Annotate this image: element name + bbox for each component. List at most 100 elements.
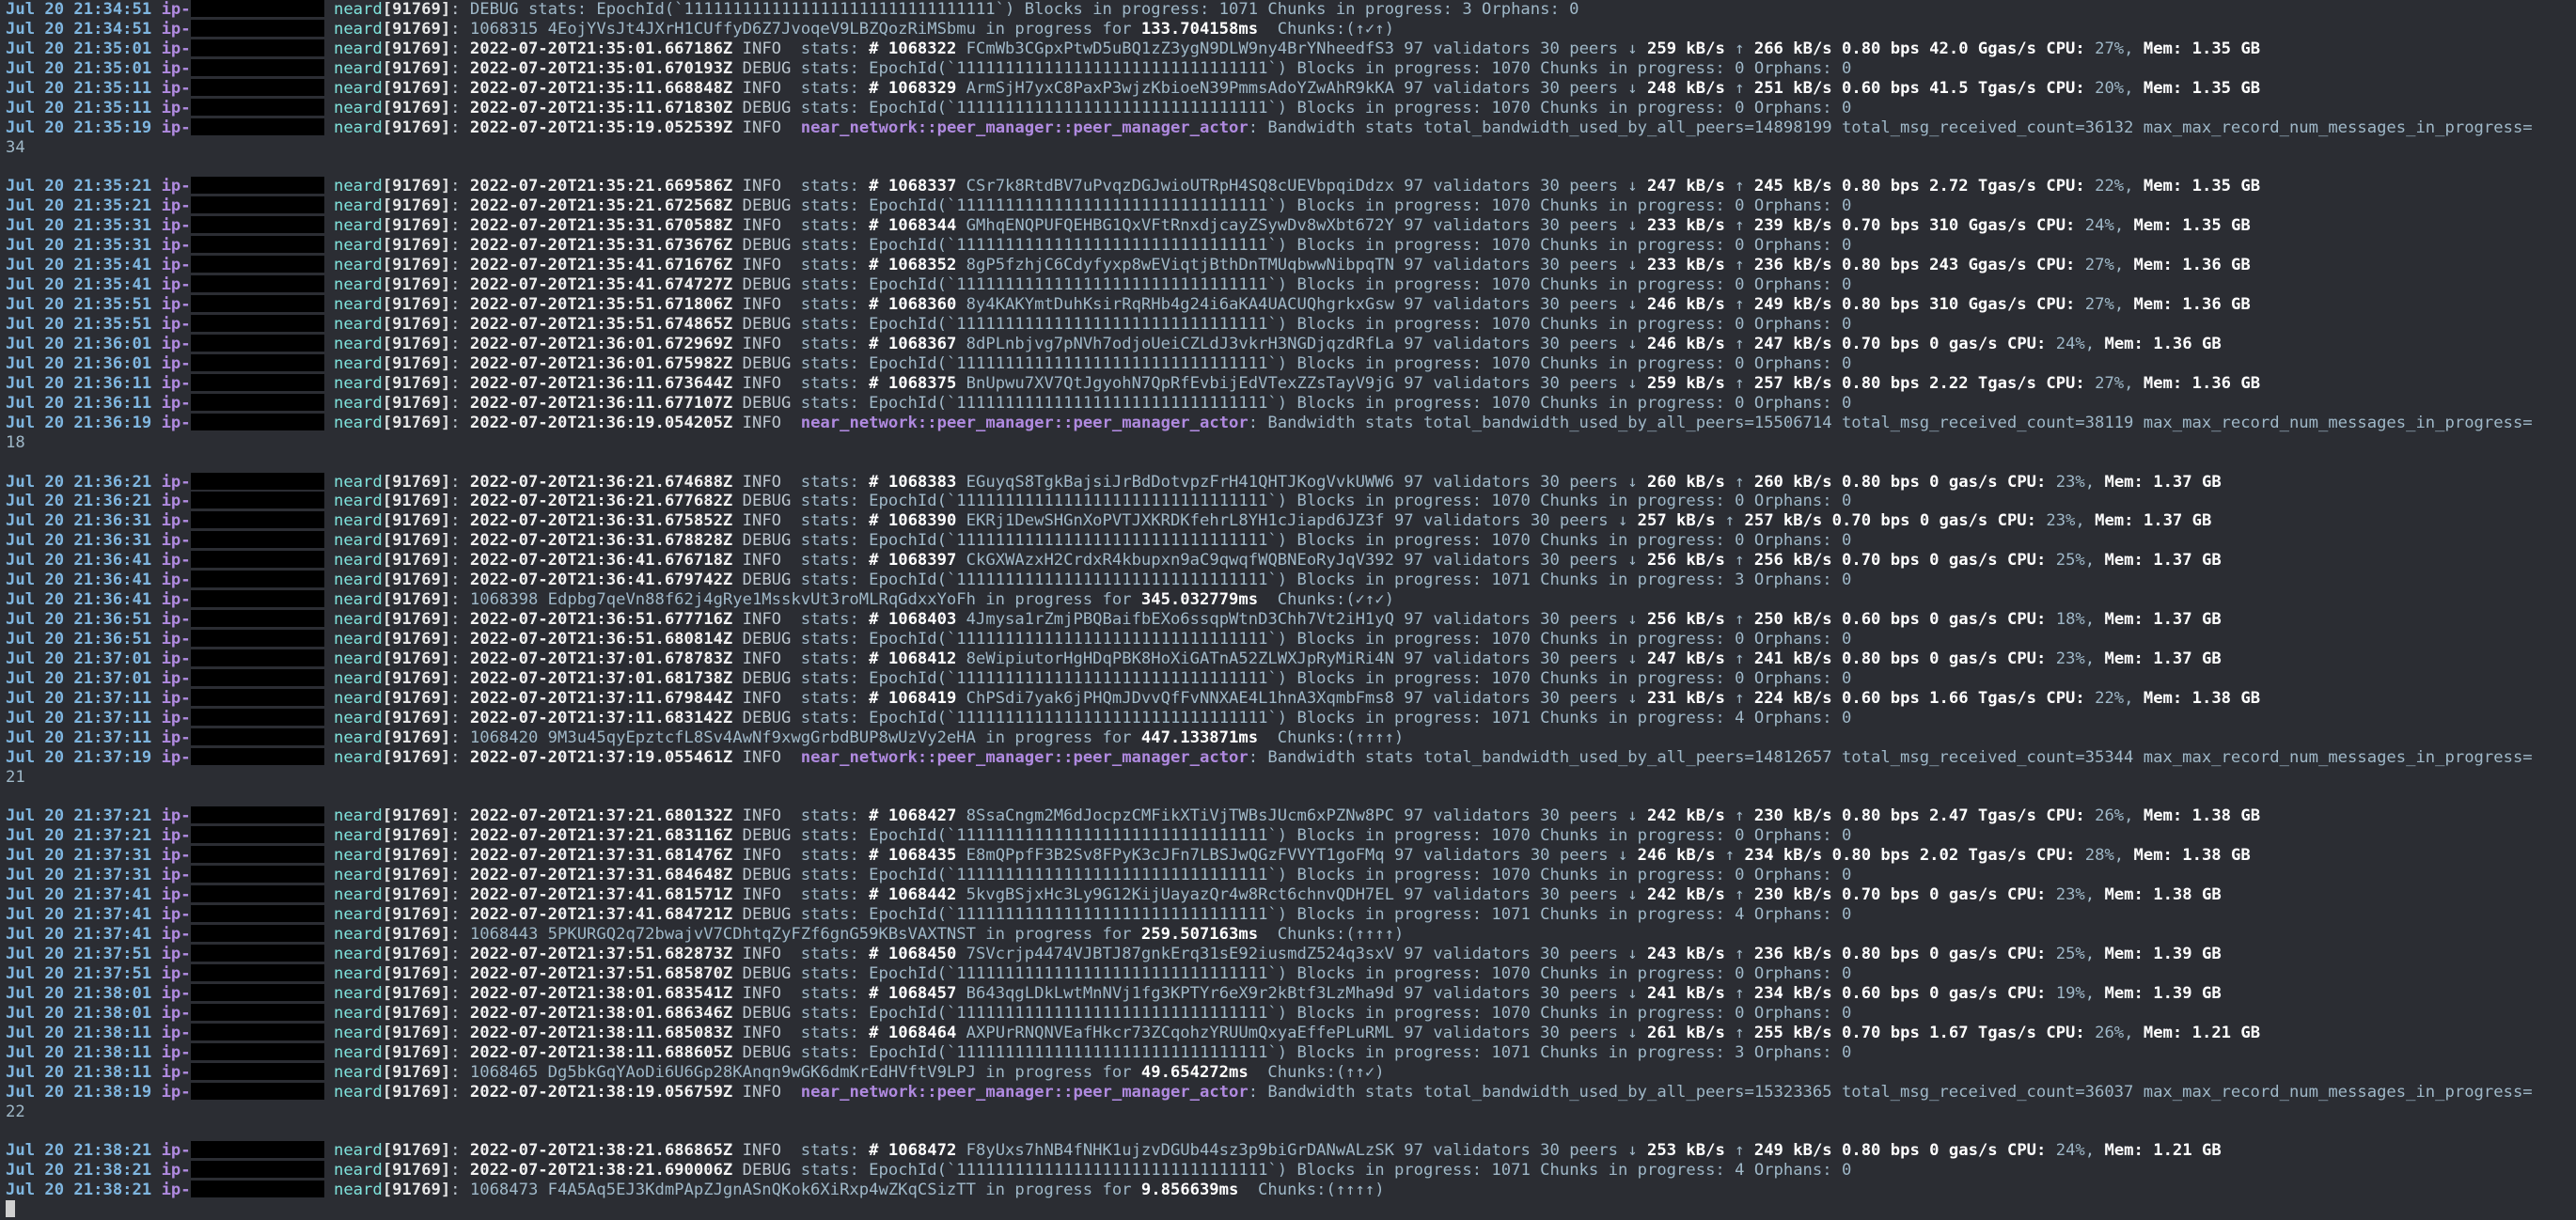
log-target: near_network::peer_manager::peer_manager… [800, 117, 1249, 137]
log-level: DEBUG [742, 1042, 792, 1062]
log-line: Jul 20 21:37:41 ip- neard[91769]: 2022-0… [6, 885, 2222, 905]
log-process: neard [333, 610, 383, 630]
log-level: DEBUG [742, 353, 792, 373]
log-date: Jul 20 21:35:11 [6, 78, 152, 98]
log-process: neard [333, 885, 383, 905]
log-date: Jul 20 21:38:01 [6, 1003, 152, 1023]
log-line: Jul 20 21:37:01 ip- neard[91769]: 2022-0… [6, 668, 1852, 688]
log-message: 1068315 4EojYVsJt4JXrH1CUffyD6Z7JvoqeV9L… [469, 19, 1394, 39]
log-message: stats: # 1068390 EKRj1DewSHGnXoPVTJXKRDK… [800, 511, 2212, 531]
log-date: Jul 20 21:37:21 [6, 826, 152, 846]
terminal-window[interactable]: Jul 20 21:34:51 ip- neard[91769]: DEBUG … [0, 0, 2576, 1218]
log-date: Jul 20 21:36:41 [6, 590, 152, 610]
log-date: Jul 20 21:35:19 [6, 117, 152, 137]
log-process: neard [333, 19, 383, 39]
log-host: ip- [161, 1003, 191, 1023]
log-level: DEBUG [742, 492, 792, 511]
log-level: DEBUG [742, 275, 792, 295]
terminal-cursor [6, 1200, 15, 1218]
log-line: Jul 20 21:37:51 ip- neard[91769]: 2022-0… [6, 945, 2222, 963]
log-level: INFO [742, 373, 792, 393]
log-line: Jul 20 21:36:41 ip- neard[91769]: 106839… [6, 590, 1394, 610]
redacted-hostname [190, 511, 324, 529]
redacted-hostname [190, 39, 324, 56]
log-wrapped-text: 34 [6, 137, 25, 157]
log-date: Jul 20 21:36:41 [6, 571, 152, 590]
log-host: ip- [161, 177, 191, 196]
log-level: DEBUG [742, 236, 792, 256]
log-date: Jul 20 21:35:21 [6, 196, 152, 216]
log-level: DEBUG [742, 963, 792, 983]
log-message: stats: # 1068450 7SVcrjp4474VJBTJ87gnkEr… [800, 945, 2222, 963]
log-date: Jul 20 21:36:41 [6, 551, 152, 571]
log-process: neard [333, 196, 383, 216]
log-host: ip- [161, 511, 191, 531]
redacted-hostname [190, 1003, 324, 1021]
log-date: Jul 20 21:37:01 [6, 649, 152, 668]
log-host: ip- [161, 373, 191, 393]
log-timestamp: 2022-07-20T21:37:31.684648Z [469, 866, 733, 885]
log-line: Jul 20 21:37:21 ip- neard[91769]: 2022-0… [6, 806, 2261, 826]
log-process: neard [333, 216, 383, 236]
log-timestamp: 2022-07-20T21:35:41.674727Z [469, 275, 733, 295]
redacted-hostname [190, 196, 324, 214]
log-process: neard [333, 117, 383, 137]
redacted-hostname [190, 983, 324, 1001]
log-line: Jul 20 21:36:21 ip- neard[91769]: 2022-0… [6, 472, 2222, 492]
log-pid: [91769] [382, 983, 451, 1003]
log-timestamp: 2022-07-20T21:38:19.056759Z [469, 1082, 733, 1102]
redacted-hostname [190, 747, 324, 765]
log-timestamp: 2022-07-20T21:35:31.673676Z [469, 236, 733, 256]
log-host: ip- [161, 610, 191, 630]
log-timestamp: 2022-07-20T21:38:01.686346Z [469, 1003, 733, 1023]
log-timestamp: 2022-07-20T21:37:31.681476Z [469, 846, 733, 866]
log-timestamp: 2022-07-20T21:36:41.676718Z [469, 551, 733, 571]
log-line: Jul 20 21:35:21 ip- neard[91769]: 2022-0… [6, 196, 1852, 216]
log-message: stats: # 1068375 BnUpwu7XV7QtJgyohN7QpRf… [800, 373, 2261, 393]
log-host: ip- [161, 98, 191, 117]
log-process: neard [333, 905, 383, 925]
log-message: stats: EpochId(`111111111111111111111111… [800, 315, 1852, 334]
log-pid: [91769] [382, 826, 451, 846]
log-level: DEBUG [742, 668, 792, 688]
log-host: ip- [161, 236, 191, 256]
redacted-hostname [190, 1161, 324, 1179]
log-date: Jul 20 21:35:01 [6, 58, 152, 78]
log-process: neard [333, 806, 383, 826]
log-message: stats: EpochId(`111111111111111111111111… [800, 905, 1852, 925]
log-level: DEBUG [742, 1161, 792, 1181]
log-date: Jul 20 21:35:51 [6, 315, 152, 334]
log-timestamp: 2022-07-20T21:36:21.674688Z [469, 472, 733, 492]
log-line: Jul 20 21:38:11 ip- neard[91769]: 2022-0… [6, 1042, 1852, 1062]
redacted-hostname [190, 905, 324, 923]
log-host: ip- [161, 649, 191, 668]
log-process: neard [333, 98, 383, 117]
log-pid: [91769] [382, 727, 451, 747]
log-message: stats: EpochId(`111111111111111111111111… [800, 275, 1852, 295]
log-message: stats: EpochId(`111111111111111111111111… [800, 826, 1852, 846]
redacted-hostname [190, 413, 324, 430]
log-process: neard [333, 571, 383, 590]
log-pid: [91769] [382, 551, 451, 571]
log-process: neard [333, 531, 383, 551]
log-timestamp: 2022-07-20T21:37:19.055461Z [469, 747, 733, 767]
log-pid: [91769] [382, 196, 451, 216]
log-timestamp: 2022-07-20T21:37:01.678783Z [469, 649, 733, 668]
log-host: ip- [161, 315, 191, 334]
log-process: neard [333, 393, 383, 413]
log-date: Jul 20 21:38:21 [6, 1181, 152, 1200]
log-level: INFO [742, 945, 792, 963]
log-level: INFO [742, 295, 792, 315]
log-process: neard [333, 236, 383, 256]
log-process: neard [333, 78, 383, 98]
log-level: INFO [742, 983, 792, 1003]
log-process: neard [333, 511, 383, 531]
log-message: stats: EpochId(`111111111111111111111111… [800, 630, 1852, 649]
log-level: DEBUG [742, 571, 792, 590]
log-level: INFO [742, 216, 792, 236]
log-date: Jul 20 21:37:11 [6, 688, 152, 708]
log-host: ip- [161, 668, 191, 688]
log-host: ip- [161, 983, 191, 1003]
log-message: stats: # 1068337 CSr7k8RtdBV7uPvqzDGJwio… [800, 177, 2261, 196]
log-timestamp: 2022-07-20T21:37:41.681571Z [469, 885, 733, 905]
